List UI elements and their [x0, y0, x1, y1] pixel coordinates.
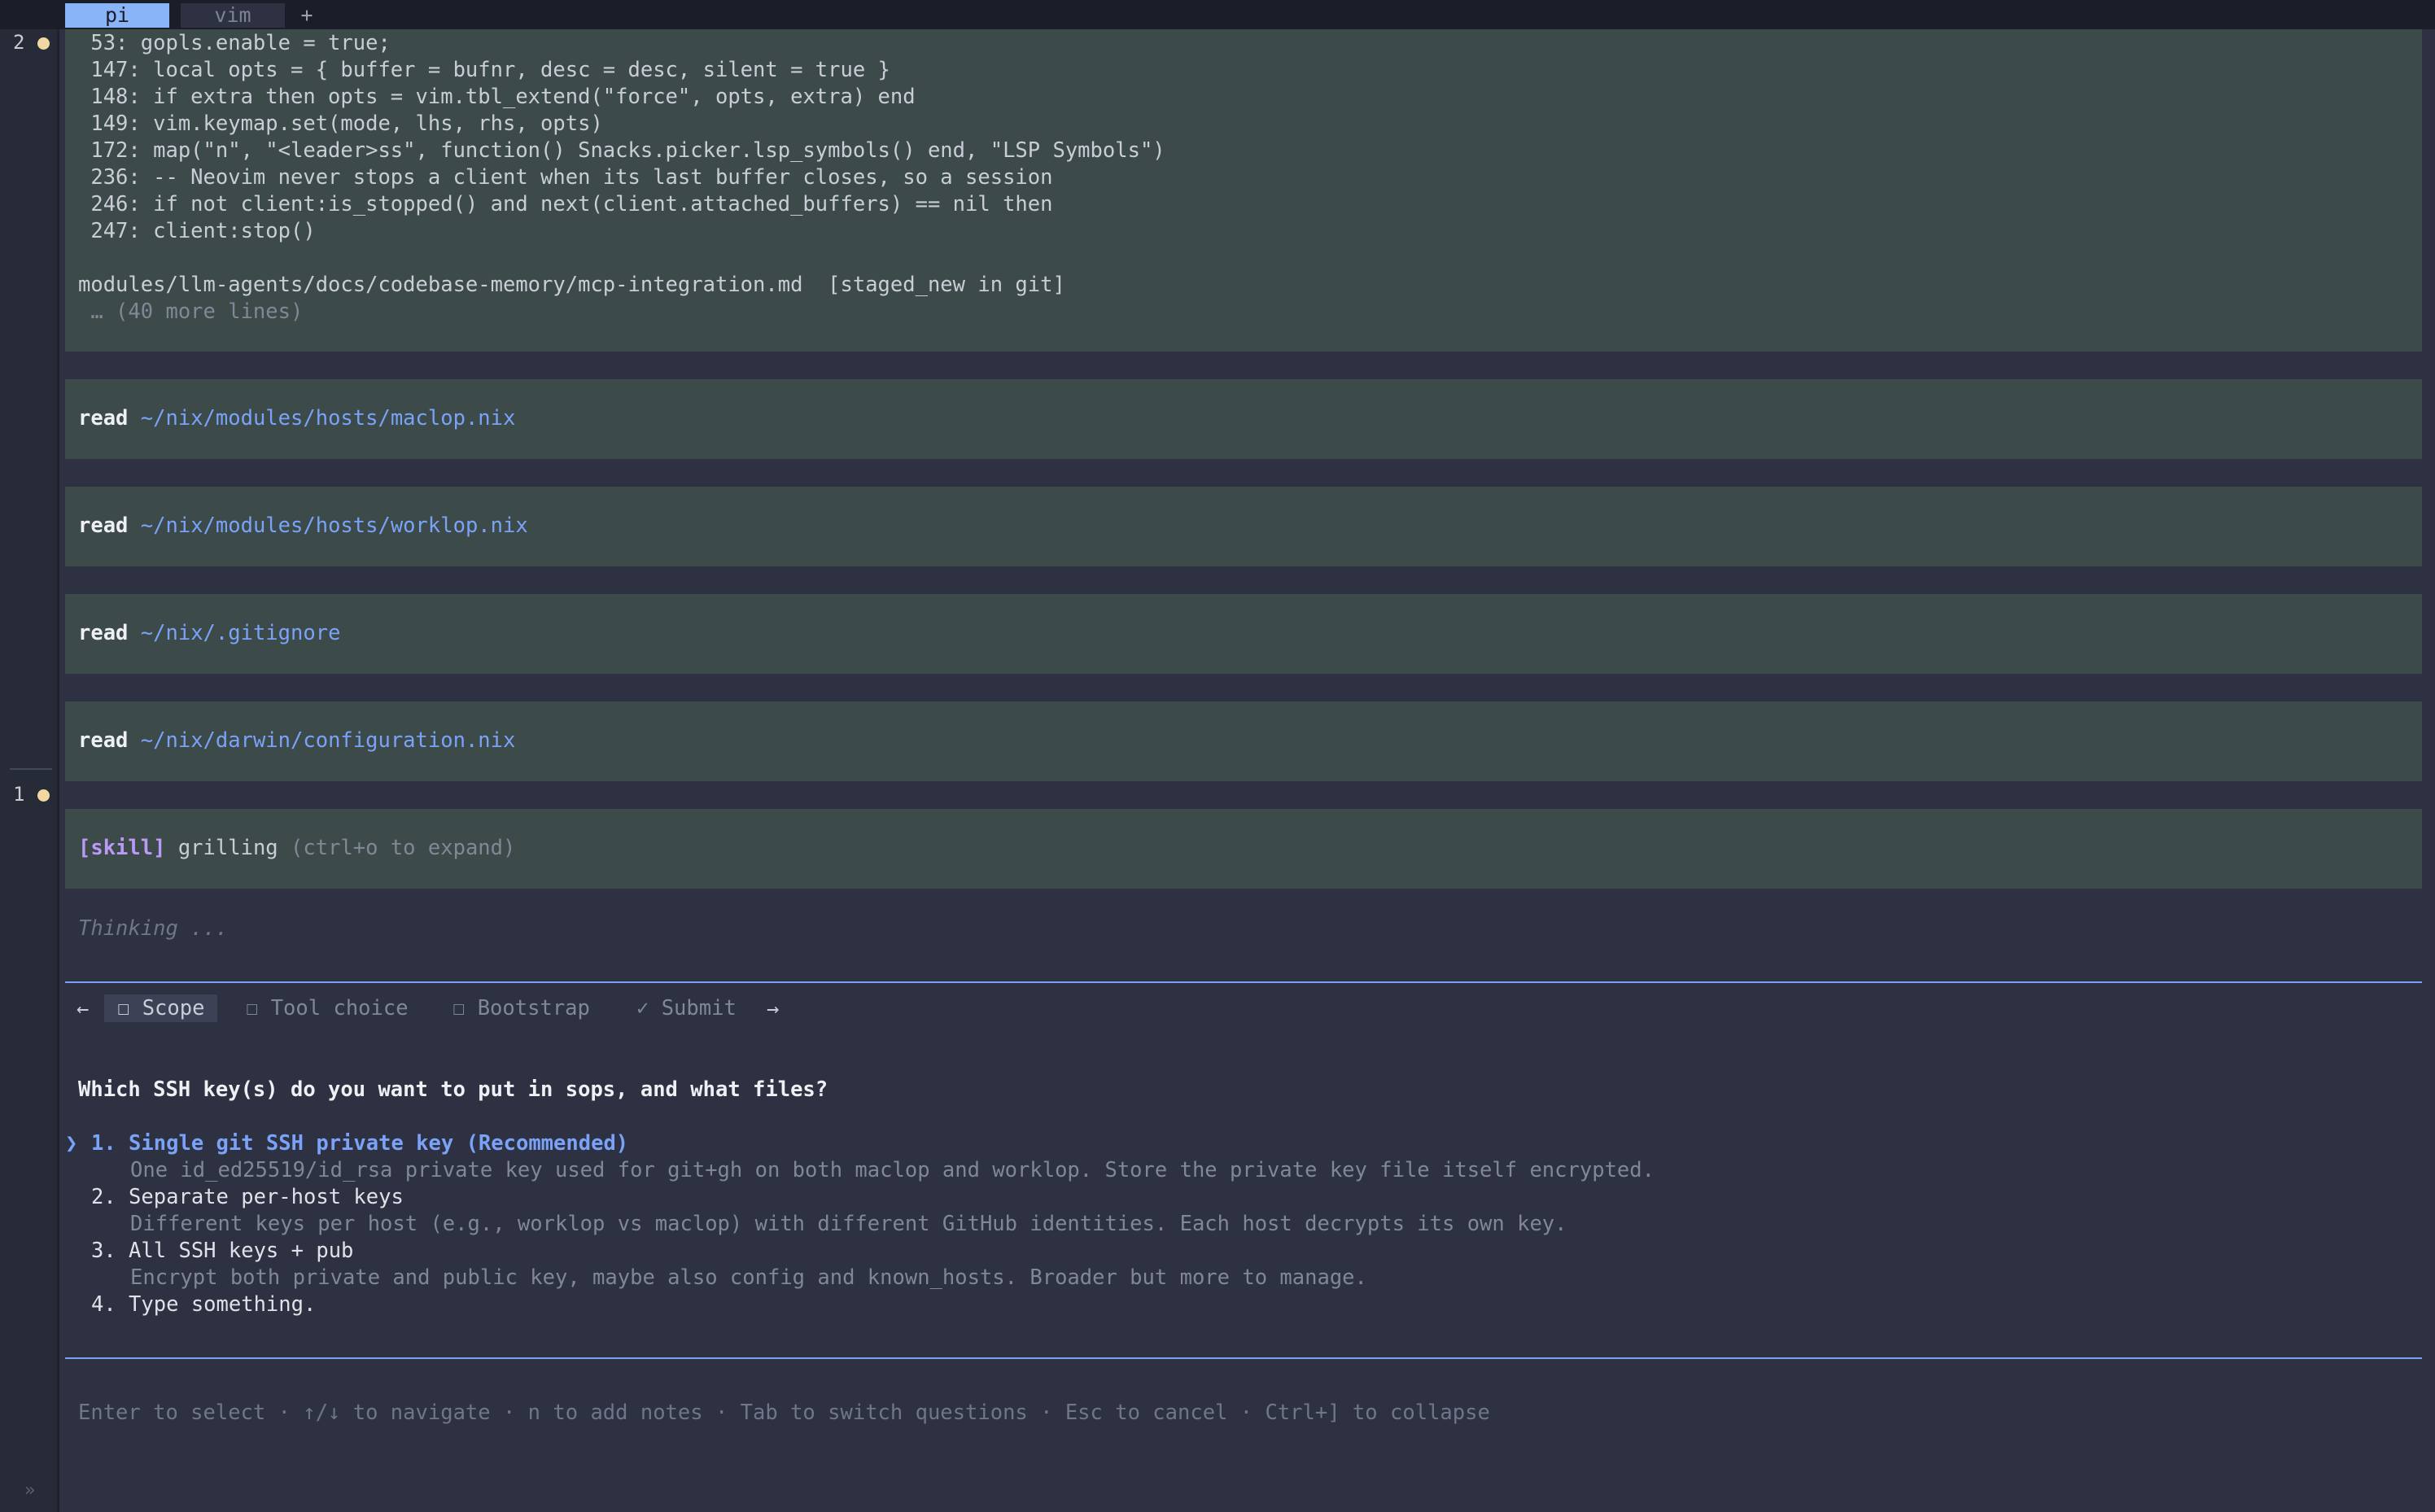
option-3-desc: Encrypt both private and public key, may…	[130, 1265, 1367, 1290]
option-4[interactable]: 4. Type something.	[91, 1291, 316, 1318]
tab-scope[interactable]: ☐ Scope	[104, 994, 218, 1022]
tab-bar: pi vim +	[0, 0, 2435, 29]
gutter-pane-2[interactable]: 2	[13, 31, 24, 54]
skill-block[interactable]: [skill] grilling (ctrl+o to expand)	[65, 809, 2422, 889]
tool-result-block: 53: gopls.enable = true; 147: local opts…	[65, 29, 2422, 352]
read-path: ~/nix/.gitignore	[140, 621, 341, 645]
add-tab-button[interactable]: +	[295, 3, 319, 28]
tab-bootstrap[interactable]: ☐ Bootstrap	[452, 994, 590, 1022]
selection-cursor-icon: ❯	[65, 1131, 78, 1156]
read-block[interactable]: read ~/nix/modules/hosts/worklop.nix	[65, 487, 2422, 566]
read-block[interactable]: read ~/nix/darwin/configuration.nix	[65, 701, 2422, 781]
code-line: 236: -- Neovim never stops a client when…	[78, 165, 1053, 190]
tab-vim[interactable]: vim	[181, 3, 285, 28]
question-panel-top-border	[65, 981, 2422, 983]
skill-expand-hint: (ctrl+o to expand)	[291, 836, 516, 860]
code-line: 147: local opts = { buffer = bufnr, desc…	[78, 58, 890, 82]
file-status-line: modules/llm-agents/docs/codebase-memory/…	[78, 273, 1065, 297]
read-path: ~/nix/modules/hosts/worklop.nix	[140, 513, 528, 538]
read-verb: read	[78, 621, 129, 645]
code-line: 53: gopls.enable = true;	[78, 31, 391, 55]
read-path: ~/nix/modules/hosts/maclop.nix	[140, 406, 516, 430]
option-1[interactable]: 1. Single git SSH private key (Recommend…	[91, 1130, 628, 1157]
code-line: 149: vim.keymap.set(mode, lhs, rhs, opts…	[78, 111, 603, 136]
pane-gutter: 1 · 2 1 »	[0, 0, 59, 1512]
expand-chevron-icon[interactable]: »	[24, 1480, 35, 1501]
tab-tool-choice[interactable]: ☐ Tool choice	[246, 994, 409, 1022]
prev-question-arrow-icon[interactable]: ←	[77, 994, 89, 1024]
read-block[interactable]: read ~/nix/modules/hosts/maclop.nix	[65, 379, 2422, 459]
read-block[interactable]: read ~/nix/.gitignore	[65, 594, 2422, 674]
code-line: 172: map("n", "<leader>ss", function() S…	[78, 138, 1165, 163]
question-panel-bottom-border	[65, 1357, 2422, 1359]
code-line: 247: client:stop()	[78, 219, 316, 243]
code-line: 246: if not client:is_stopped() and next…	[78, 192, 1053, 216]
option-3[interactable]: 3. All SSH keys + pub	[91, 1238, 353, 1265]
keybinding-help: Enter to select · ↑/↓ to navigate · n to…	[78, 1401, 1490, 1425]
code-line: 148: if extra then opts = vim.tbl_extend…	[78, 85, 916, 109]
thinking-indicator: Thinking ...	[78, 916, 229, 941]
option-2-desc: Different keys per host (e.g., worklop v…	[130, 1212, 1567, 1236]
skill-tag: [skill]	[78, 836, 166, 860]
more-lines-indicator[interactable]: … (40 more lines)	[78, 299, 303, 326]
pane-1-indicator-dot	[37, 789, 50, 802]
tab-submit[interactable]: ✓ Submit	[636, 994, 737, 1022]
read-verb: read	[78, 728, 129, 753]
option-1-desc: One id_ed25519/id_rsa private key used f…	[130, 1158, 1655, 1182]
read-path: ~/nix/darwin/configuration.nix	[140, 728, 516, 753]
skill-name: grilling	[177, 836, 278, 860]
option-2[interactable]: 2. Separate per-host keys	[91, 1184, 404, 1211]
question-text: Which SSH key(s) do you want to put in s…	[78, 1077, 828, 1102]
question-tabs: ← ☐ Scope ☐ Tool choice ☐ Bootstrap ✓ Su…	[65, 994, 2422, 1024]
tab-pi[interactable]: pi	[65, 3, 169, 28]
gutter-pane-1[interactable]: 1	[13, 783, 24, 806]
read-verb: read	[78, 513, 129, 538]
next-question-arrow-icon[interactable]: →	[767, 994, 779, 1024]
read-verb: read	[78, 406, 129, 430]
gutter-separator	[10, 768, 52, 770]
pane-2-indicator-dot	[37, 37, 50, 50]
